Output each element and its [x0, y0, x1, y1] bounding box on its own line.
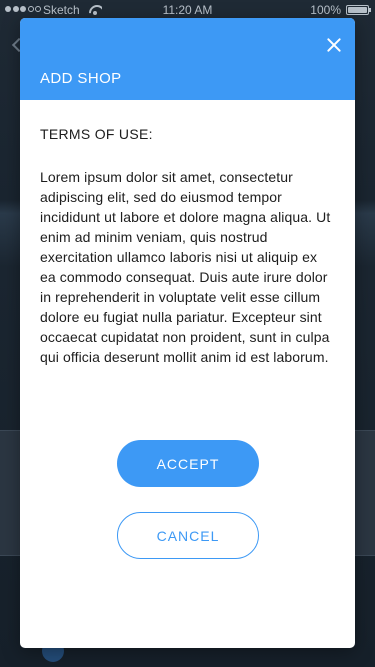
- background-panel: [0, 430, 22, 556]
- battery-icon: [346, 5, 371, 15]
- modal-body: TERMS OF USE: Lorem ipsum dolor sit amet…: [20, 100, 355, 367]
- background-panel: [353, 430, 375, 556]
- modal-header: ADD SHOP: [20, 18, 355, 100]
- terms-heading: TERMS OF USE:: [40, 126, 153, 142]
- add-shop-modal: ADD SHOP TERMS OF USE: Lorem ipsum dolor…: [20, 18, 355, 648]
- status-bar: Sketch 11:20 AM 100%: [0, 0, 375, 20]
- modal-title: ADD SHOP: [40, 70, 122, 87]
- terms-text: Lorem ipsum dolor sit amet, consectetur …: [40, 169, 331, 365]
- accept-button[interactable]: ACCEPT: [117, 440, 259, 487]
- battery-percentage: 100%: [310, 3, 341, 17]
- cancel-button[interactable]: CANCEL: [117, 512, 259, 559]
- close-icon[interactable]: [323, 34, 345, 56]
